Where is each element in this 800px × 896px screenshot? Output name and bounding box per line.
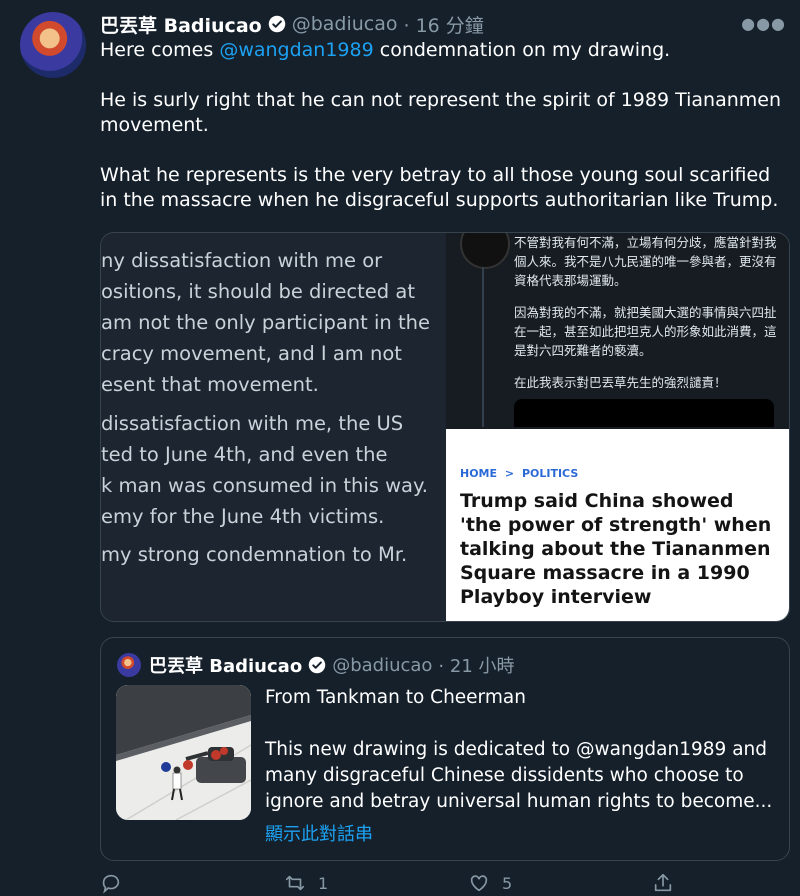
quote-header: 巴丟草 Badiucao @badiucao · 21 小時	[117, 652, 515, 678]
mention-link[interactable]: @wangdan1989	[219, 39, 373, 61]
article-screenshot: HOME > POLITICS Trump said China showed …	[446, 429, 789, 621]
retweet-button[interactable]: 1	[284, 872, 328, 894]
like-icon	[470, 875, 488, 892]
more-icon[interactable]: ●●●	[741, 14, 786, 33]
tweet-header: 巴丟草 Badiucao @badiucao · 16 分鐘	[100, 10, 484, 38]
cjk-paragraph: 在此我表示對巴丟草先生的強烈譴責！	[514, 375, 727, 390]
article-headline: Trump said China showed 'the power of st…	[460, 490, 772, 608]
tweet-para2: He is surly right that he can not repres…	[100, 89, 781, 136]
media-text-line: k man was consumed in this way.	[101, 474, 428, 497]
quote-author-name: 巴丟草 Badiucao	[149, 656, 303, 677]
quote-avatar	[117, 653, 141, 677]
retweet-count: 1	[318, 873, 329, 893]
media-text-line: my strong condemnation to Mr.	[101, 543, 408, 566]
embedded-card-top	[514, 399, 774, 427]
media-text-line: ositions, it should be directed at	[101, 280, 415, 303]
quote-image[interactable]	[116, 685, 251, 820]
author-name[interactable]: 巴丟草 Badiucao	[100, 11, 262, 38]
quote-body: This new drawing is dedicated to @wangda…	[265, 739, 773, 812]
thread-line	[482, 267, 484, 427]
author-handle[interactable]: @badiucao	[292, 13, 398, 35]
author-avatar[interactable]	[20, 12, 86, 78]
line1-suffix: condemnation on my drawing.	[373, 39, 671, 61]
media-text-line: cracy movement, and I am not	[101, 342, 402, 365]
line1-prefix: Here comes	[100, 39, 220, 61]
media-text-line: ny dissatisfaction with me or	[101, 249, 383, 272]
share-button[interactable]	[652, 872, 674, 894]
crumb-section: POLITICS	[521, 467, 579, 480]
tweet-actions: 1 5	[100, 872, 780, 896]
media-text-line: esent that movement.	[101, 373, 319, 396]
tweet-para3: What he represents is the very betray to…	[100, 164, 779, 211]
media-text-line: ted to June 4th, and even the	[101, 443, 388, 466]
quoted-tweet[interactable]: 巴丟草 Badiucao @badiucao · 21 小時 From Tank…	[100, 637, 790, 861]
screenshot-avatar	[460, 233, 510, 269]
tankman-drawing	[116, 685, 251, 820]
quote-handle: @badiucao	[332, 654, 433, 676]
tweet-time[interactable]: · 16 分鐘	[404, 11, 484, 38]
quote-text: From Tankman to Cheerman This new drawin…	[265, 685, 781, 815]
show-thread-link[interactable]: 顯示此對話串	[265, 820, 373, 846]
media-image-left[interactable]: ny dissatisfaction with me or ositions, …	[101, 233, 446, 621]
quote-title: From Tankman to Cheerman	[265, 687, 526, 708]
tweet-text: Here comes @wangdan1989 condemnation on …	[100, 38, 790, 213]
cjk-paragraph: 因為對我的不滿，就把美國大選的事情與六四扯在一起，甚至如此把坦克人的形象如此消費…	[514, 305, 777, 358]
media-text-line: dissatisfaction with me, the US	[101, 412, 404, 435]
media-text-line: emy for the June 4th victims.	[101, 505, 385, 528]
verified-badge-icon	[268, 15, 285, 33]
reply-button[interactable]	[100, 872, 134, 894]
media-text-line: am not the only participant in the	[101, 311, 430, 334]
article-breadcrumb: HOME > POLITICS	[460, 467, 578, 480]
quote-time: · 21 小時	[438, 656, 515, 677]
like-count: 5	[502, 873, 513, 893]
media-image-right[interactable]: 不管對我有何不滿，立場有何分歧，應當針對我個人來。我不是八九民運的唯一參與者，更…	[446, 233, 789, 621]
retweet-icon	[285, 875, 305, 891]
share-icon	[654, 873, 672, 892]
cjk-paragraph: 不管對我有何不滿，立場有何分歧，應當針對我個人來。我不是八九民運的唯一參與者，更…	[514, 235, 777, 288]
crumb-home: HOME	[460, 467, 498, 480]
tweet-media[interactable]: ny dissatisfaction with me or ositions, …	[100, 232, 790, 622]
like-button[interactable]: 5	[468, 872, 512, 894]
verified-badge-icon	[308, 656, 326, 674]
tweet-line1: Here comes @wangdan1989 condemnation on …	[100, 38, 790, 63]
crumb-separator: >	[504, 467, 515, 480]
reply-icon	[102, 874, 120, 894]
